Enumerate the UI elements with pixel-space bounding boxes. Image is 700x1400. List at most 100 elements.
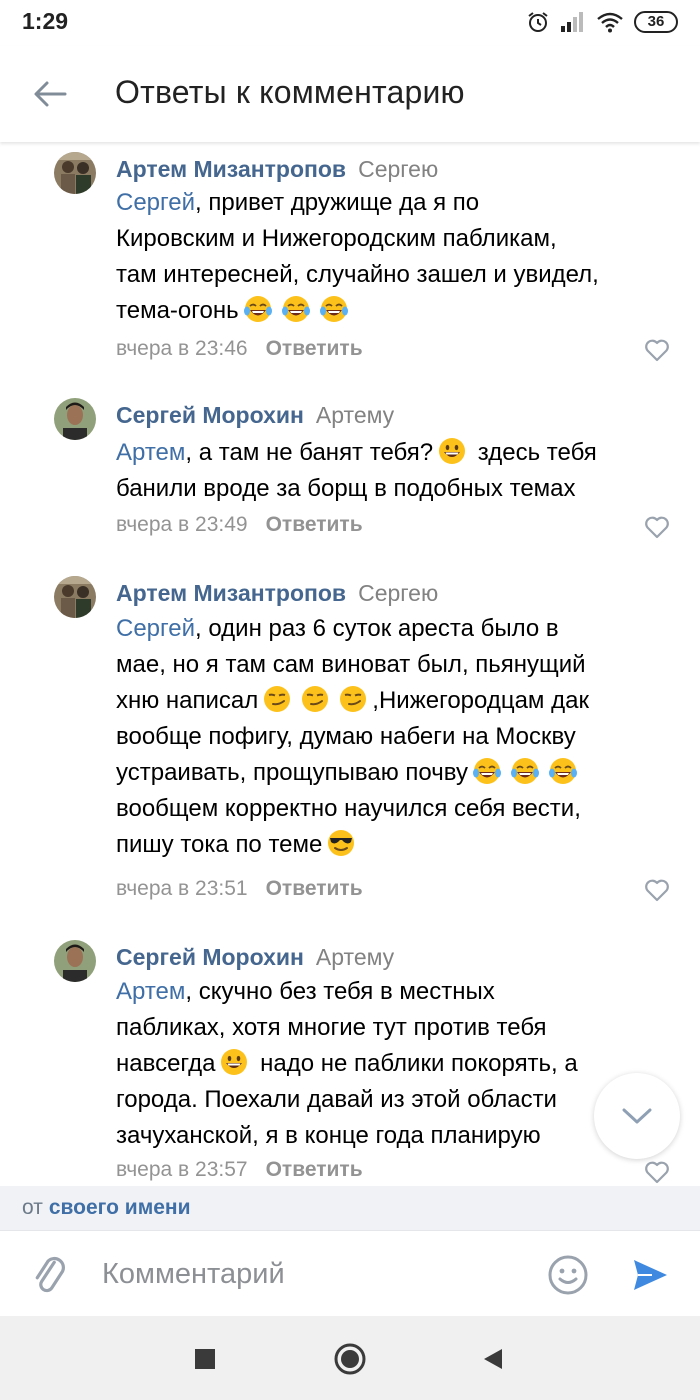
text-line: , один раз 6 суток ареста было в	[195, 615, 559, 642]
comment-list[interactable]: Артем Мизантропов Сергею Сергей, привет д…	[0, 142, 700, 1186]
reply-button[interactable]: Ответить	[266, 877, 363, 900]
arrow-left-icon	[34, 81, 67, 107]
author-line: Артем Мизантропов Сергею	[116, 580, 438, 607]
author-line: Артем Мизантропов Сергею	[116, 156, 438, 183]
author-name[interactable]: Артем Мизантропов	[116, 156, 346, 182]
comment-text: Артем, а там не банят тебя? здесь тебя б…	[116, 435, 656, 507]
reply-to[interactable]: Сергею	[358, 580, 438, 606]
status-icons: 36	[526, 9, 678, 35]
back-triangle-icon[interactable]	[481, 1347, 505, 1371]
text-line: Кировским и Нижегородским пабликам,	[116, 225, 557, 252]
comment-time: вчера в 23:49	[116, 513, 248, 536]
battery-level: 36	[647, 13, 665, 30]
avatar[interactable]	[54, 398, 96, 440]
reply-to[interactable]: Артему	[316, 944, 394, 970]
avatar[interactable]	[54, 576, 96, 618]
comment-time: вчера в 23:51	[116, 877, 248, 900]
meta-line: вчера в 23:51 Ответить	[116, 877, 363, 901]
text-line: тема-огонь	[116, 297, 239, 324]
laughing-emoji	[243, 294, 273, 324]
text-line: там интересней, случайно зашел и увидел,	[116, 261, 599, 288]
reply-to[interactable]: Артему	[316, 402, 394, 428]
heart-icon[interactable]	[644, 878, 670, 902]
comment-time: вчера в 23:46	[116, 337, 248, 360]
scroll-down-button[interactable]	[594, 1073, 680, 1159]
recents-square-icon[interactable]	[193, 1347, 217, 1371]
text-line: мае, но я там сам виноват был, пьянущий	[116, 651, 586, 678]
comment-input-bar	[0, 1230, 700, 1316]
text-line: , а там не банят тебя?	[185, 439, 434, 466]
text-line: , скучно без тебя в местных	[185, 978, 495, 1005]
avatar[interactable]	[54, 940, 96, 982]
heart-icon[interactable]	[644, 515, 670, 539]
laughing-emoji	[319, 294, 349, 324]
avatar[interactable]	[54, 152, 96, 194]
comment-text: Сергей, привет дружище да я по Кировским…	[116, 185, 656, 329]
app-header: Ответы к комментарию	[0, 46, 700, 142]
reply-button[interactable]: Ответить	[266, 1158, 363, 1181]
from-identity-bar: от своего имени	[0, 1186, 700, 1230]
comment-input[interactable]	[102, 1251, 522, 1297]
reply-button[interactable]: Ответить	[266, 337, 363, 360]
text-line: надо не паблики покорять, а	[253, 1050, 578, 1077]
reply-to[interactable]: Сергею	[358, 156, 438, 182]
system-nav-bar	[0, 1316, 700, 1400]
meta-line: вчера в 23:57 Ответить	[116, 1158, 363, 1182]
identity-selector[interactable]: своего имени	[49, 1196, 191, 1219]
text-line: навсегда	[116, 1050, 216, 1077]
text-line: пишу тока по теме	[116, 831, 323, 858]
status-time: 1:29	[22, 8, 69, 34]
author-name[interactable]: Сергей Морохин	[116, 402, 304, 428]
heart-icon[interactable]	[644, 338, 670, 362]
text-line: вообще пофигу, думаю набеги на Москву	[116, 723, 576, 750]
wifi-icon	[597, 12, 623, 33]
send-icon[interactable]	[630, 1255, 670, 1295]
home-circle-icon[interactable]	[333, 1342, 367, 1376]
smirk-emoji	[262, 684, 292, 714]
mention-link[interactable]: Артем	[116, 439, 185, 466]
laughing-emoji	[548, 756, 578, 786]
battery-icon: 36	[634, 11, 678, 33]
mention-link[interactable]: Артем	[116, 978, 185, 1005]
text-line: хню написал	[116, 687, 259, 714]
smirk-emoji	[338, 684, 368, 714]
text-line: города. Поехали давай из этой области	[116, 1086, 557, 1113]
sunglasses-emoji	[326, 828, 356, 858]
comment-text: Сергей, один раз 6 суток ареста было в м…	[116, 611, 656, 863]
comment-time: вчера в 23:57	[116, 1158, 248, 1181]
status-bar: 1:29 36	[0, 0, 700, 46]
text-line: здесь тебя	[471, 439, 597, 466]
laughing-emoji	[281, 294, 311, 324]
meta-line: вчера в 23:49 Ответить	[116, 513, 363, 537]
from-prefix: от	[22, 1196, 43, 1219]
text-line: ,Нижегородцам дак	[372, 687, 589, 714]
laughing-emoji	[510, 756, 540, 786]
mention-link[interactable]: Сергей	[116, 189, 195, 216]
chevron-down-icon	[622, 1108, 652, 1124]
text-line: пабликах, хотя многие тут против тебя	[116, 1014, 547, 1041]
author-line: Сергей Морохин Артему	[116, 402, 394, 429]
back-button[interactable]	[26, 72, 74, 116]
meta-line: вчера в 23:46 Ответить	[116, 337, 363, 361]
signal-icon	[561, 12, 583, 32]
grinning-emoji	[219, 1047, 249, 1077]
grinning-emoji	[437, 436, 467, 466]
alarm-icon	[528, 12, 548, 32]
text-line: вообщем корректно научился себя вести,	[116, 795, 581, 822]
text-line: зачуханской, я в конце года планирую	[116, 1122, 541, 1149]
author-name[interactable]: Артем Мизантропов	[116, 580, 346, 606]
smile-icon[interactable]	[546, 1253, 590, 1297]
comment-text: Артем, скучно без тебя в местных паблика…	[116, 974, 656, 1154]
text-line: устраивать, прощупываю почву	[116, 759, 468, 786]
text-line: , привет дружище да я по	[195, 189, 480, 216]
text-line: банили вроде за борщ в подобных темах	[116, 475, 576, 502]
author-line: Сергей Морохин Артему	[116, 944, 394, 971]
heart-icon[interactable]	[644, 1160, 670, 1184]
author-name[interactable]: Сергей Морохин	[116, 944, 304, 970]
paperclip-icon[interactable]	[30, 1253, 70, 1297]
laughing-emoji	[472, 756, 502, 786]
page-title: Ответы к комментарию	[115, 74, 465, 110]
reply-button[interactable]: Ответить	[266, 513, 363, 536]
mention-link[interactable]: Сергей	[116, 615, 195, 642]
smirk-emoji	[300, 684, 330, 714]
